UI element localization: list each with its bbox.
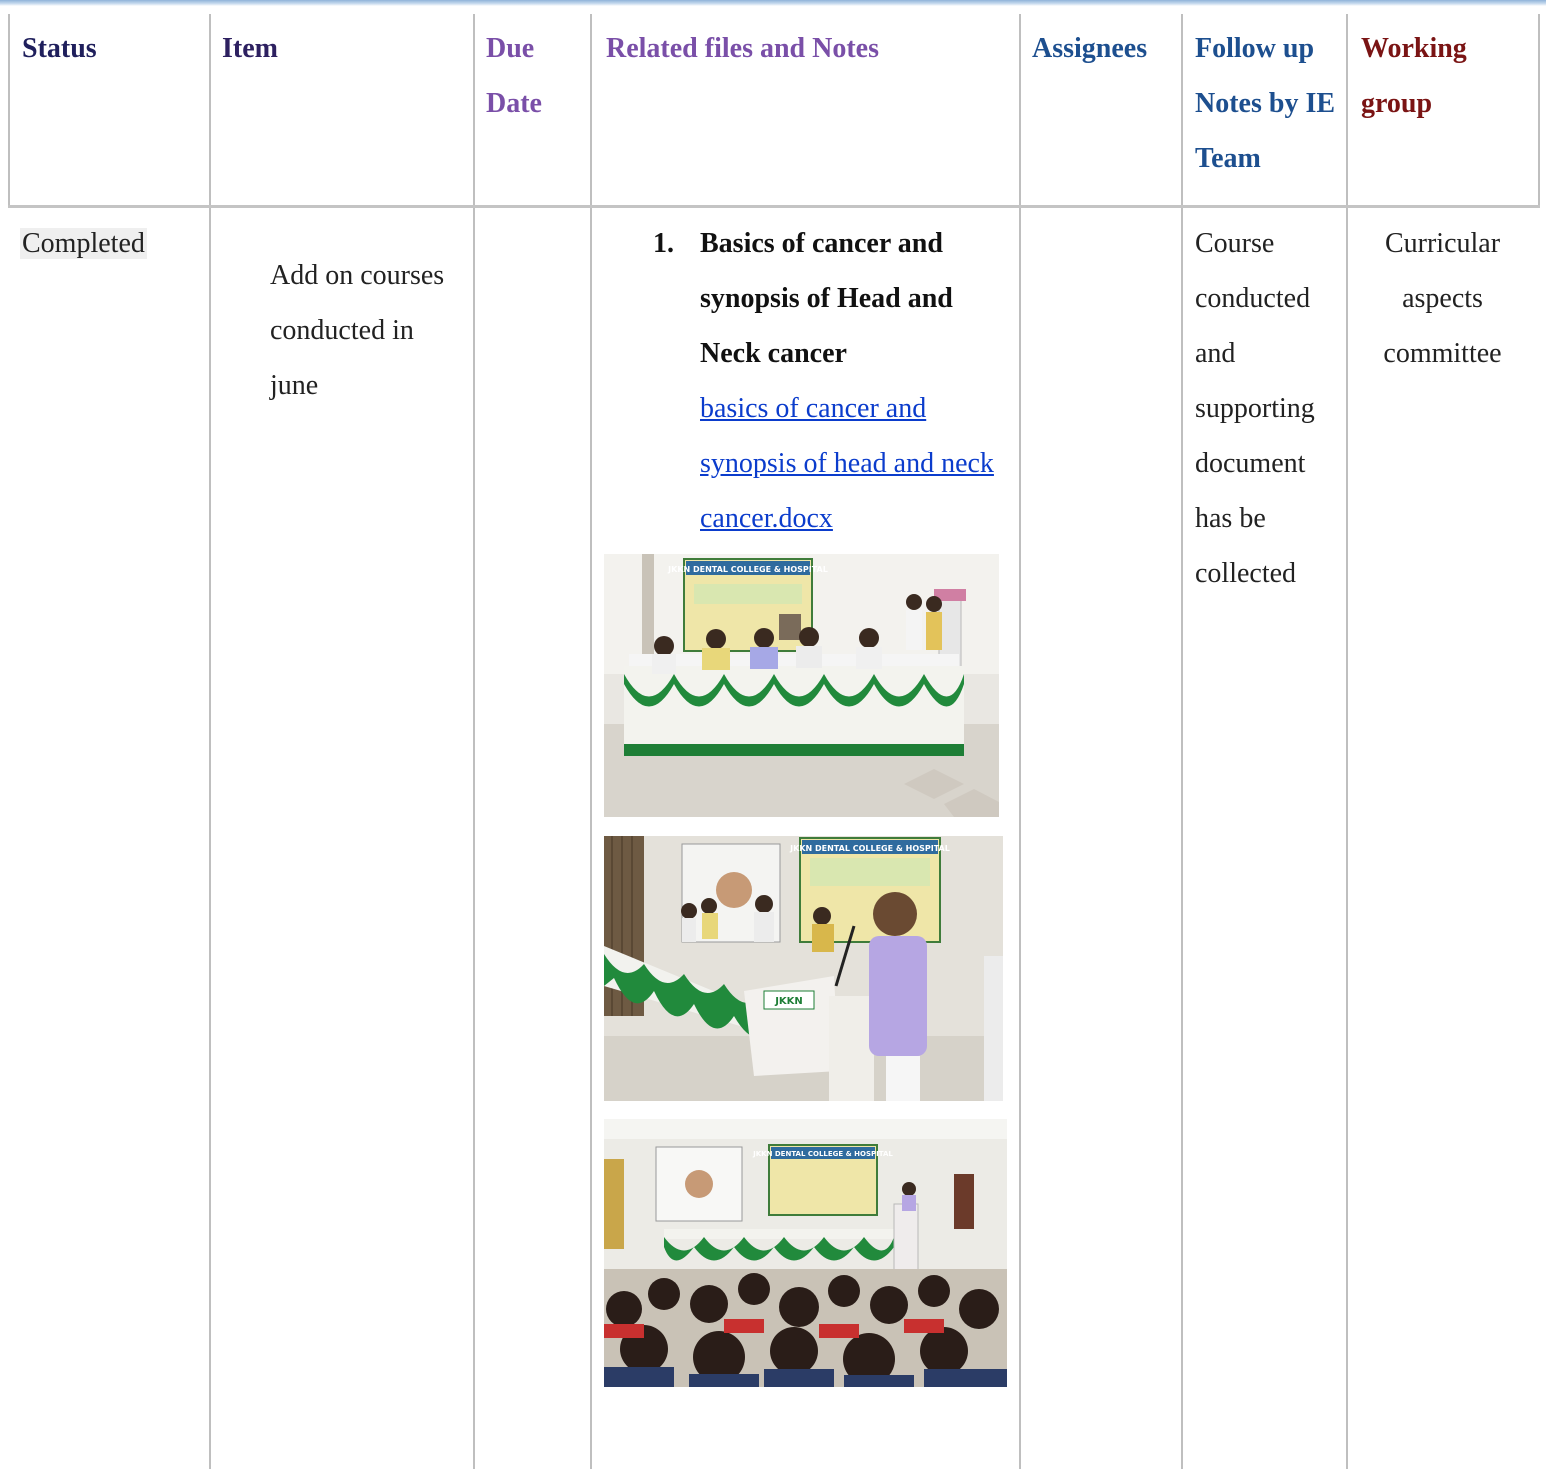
notes-list-number: 1. — [653, 228, 674, 259]
banner-text: JKKN DENTAL COLLEGE & HOSPITAL — [789, 844, 950, 853]
header-working-group: Working group — [1361, 33, 1467, 119]
photo-audience[interactable]: JKKN DENTAL COLLEGE & HOSPITAL — [604, 1119, 1007, 1387]
photo-speaker-podium[interactable]: JKKN DENTAL COLLEGE & HOSPITAL JKKN — [604, 836, 1003, 1101]
grid-line — [1019, 14, 1021, 1469]
banner-text: JKKN DENTAL COLLEGE & HOSPITAL — [752, 1150, 893, 1158]
status-badge: Completed — [20, 228, 147, 259]
header-assignees: Assignees — [1032, 33, 1148, 64]
notes-title: Basics of cancer and synopsis of Head an… — [700, 228, 953, 369]
banner-text: JKKN DENTAL COLLEGE & HOSPITAL — [667, 565, 828, 574]
follow-up-cell: Course conducted and supporting document… — [1195, 228, 1315, 589]
grid-line — [209, 14, 211, 1469]
grid-line — [590, 14, 592, 1469]
grid-line — [473, 14, 475, 1469]
grid-line — [1538, 14, 1540, 208]
header-follow-up: Follow up Notes by IE Team — [1195, 33, 1336, 174]
status-cell: Completed — [20, 216, 147, 271]
header-related-files: Related files and Notes — [606, 33, 879, 64]
grid-line — [1181, 14, 1183, 1469]
header-divider — [8, 205, 1540, 208]
podium-logo-text: JKKN — [774, 996, 803, 1007]
photo-dais-panel[interactable]: JKKN DENTAL COLLEGE & HOSPITAL — [604, 554, 999, 817]
item-cell: Add on courses conducted in june — [270, 260, 445, 401]
header-due-date: Due Date — [486, 33, 542, 119]
grid-line — [1346, 14, 1348, 1469]
working-group-cell: Curricular aspects committee — [1383, 228, 1502, 369]
notes-document-link[interactable]: basics of cancer and synopsis of head an… — [700, 381, 1010, 546]
header-item: Item — [222, 33, 278, 64]
header-status: Status — [22, 33, 97, 64]
grid-line — [8, 14, 10, 208]
